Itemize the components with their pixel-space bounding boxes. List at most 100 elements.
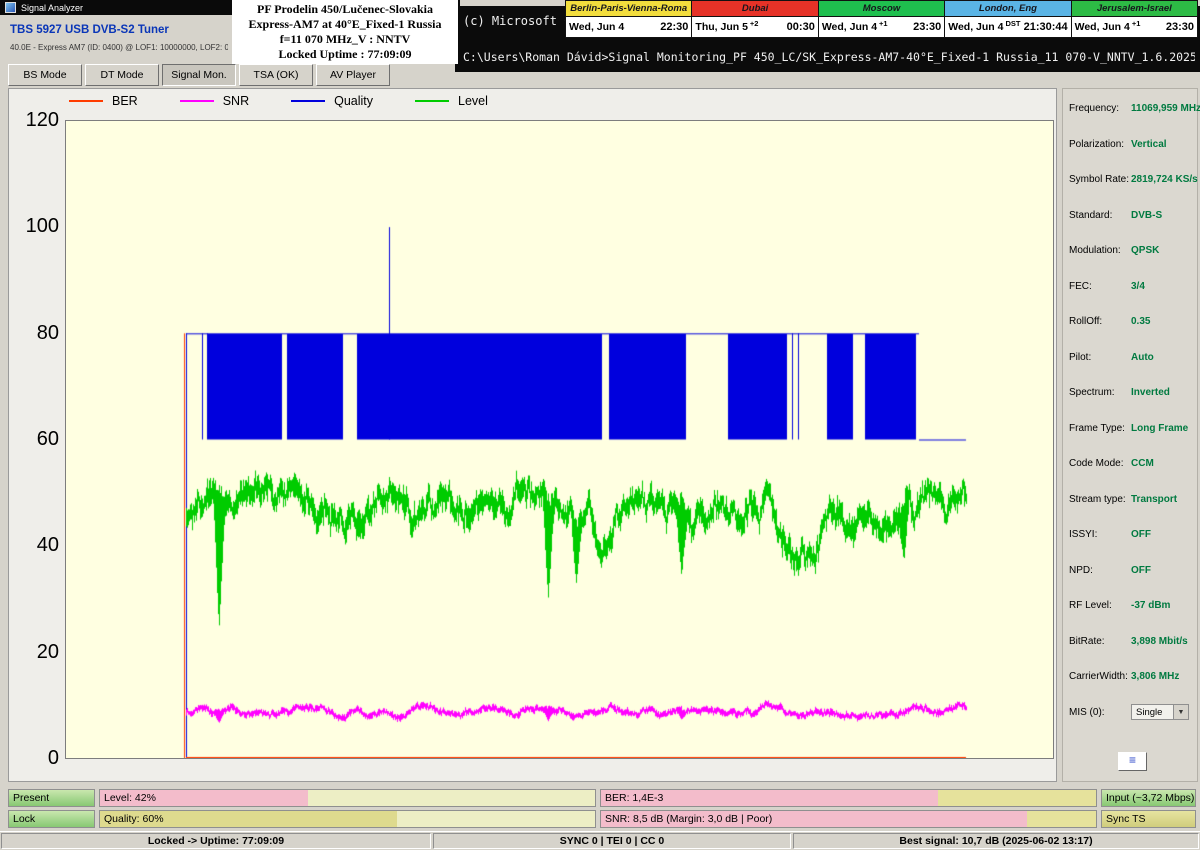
param-symbol-rate: Symbol Rate:2819,724 KS/s — [1069, 162, 1197, 198]
terminal-copyright: (c) Microsoft Co — [463, 14, 579, 28]
chevron-down-icon[interactable]: ▼ — [1173, 705, 1188, 719]
clock-offset: DST — [1005, 19, 1020, 28]
param-label: Pilot: — [1069, 352, 1131, 363]
y-tick-120: 120 — [15, 107, 59, 133]
clock-date: Thu, Jun 5 — [695, 21, 748, 33]
param-value: CCM — [1131, 458, 1154, 469]
parameters-sidebar: Frequency:11069,959 MHz Polarization:Ver… — [1062, 88, 1198, 782]
tab-av-player[interactable]: AV Player — [316, 64, 390, 86]
param-label: BitRate: — [1069, 636, 1131, 647]
quality-line-swatch — [291, 100, 325, 102]
y-tick-80: 80 — [15, 320, 59, 346]
clock-london: London, Eng Wed, Jun 4 DST 21:30:44 — [945, 0, 1071, 38]
statusbar-uptime: Locked -> Uptime: 77:09:09 — [1, 833, 431, 849]
clock-moscow: Moscow Wed, Jun 4 +1 23:30 — [819, 0, 945, 38]
param-value: 2819,724 KS/s — [1131, 174, 1198, 185]
param-value: Inverted — [1131, 387, 1170, 398]
mode-tabs: BS Mode DT Mode Signal Mon. TSA (OK) AV … — [8, 64, 390, 86]
ber-progressbar: BER: 1,4E-3 — [600, 789, 1097, 807]
clock-city: Dubai — [692, 1, 817, 17]
param-npd: NPD:OFF — [1069, 553, 1197, 589]
param-modulation: Modulation:QPSK — [1069, 233, 1197, 269]
clock-date: Wed, Jun 4 — [569, 21, 624, 33]
y-tick-0: 0 — [15, 745, 59, 771]
param-frame-type: Frame Type:Long Frame — [1069, 411, 1197, 447]
clock-body: Wed, Jun 4 22:30 — [566, 17, 691, 37]
level-line-swatch — [415, 100, 449, 102]
param-label: MIS (0): — [1069, 707, 1131, 718]
param-value: QPSK — [1131, 245, 1159, 256]
statusbar-sync-counters: SYNC 0 | TEI 0 | CC 0 — [433, 833, 791, 849]
param-label: Frame Type: — [1069, 423, 1131, 434]
header-line-satellite: Express-AM7 at 40°E_Fixed-1 Russia — [232, 17, 458, 32]
y-tick-40: 40 — [15, 532, 59, 558]
param-carrierwidth: CarrierWidth:3,806 MHz — [1069, 659, 1197, 695]
param-label: Code Mode: — [1069, 458, 1131, 469]
header-line-frequency: f=11 070 MHz_V : NNTV — [232, 32, 458, 47]
param-label: CarrierWidth: — [1069, 671, 1131, 682]
mis-dropdown[interactable]: Single ▼ — [1131, 704, 1189, 720]
legend-label: SNR — [223, 94, 249, 108]
param-bitrate: BitRate:3,898 Mbit/s — [1069, 624, 1197, 660]
param-issyi: ISSYI:OFF — [1069, 517, 1197, 553]
param-label: NPD: — [1069, 565, 1131, 576]
clock-body: Wed, Jun 4 +1 23:30 — [819, 17, 944, 37]
clock-city: Berlin-Paris-Vienna-Roma — [566, 1, 691, 17]
param-label: RollOff: — [1069, 316, 1131, 327]
world-clocks: Berlin-Paris-Vienna-Roma Wed, Jun 4 22:3… — [565, 0, 1198, 38]
param-fec: FEC:3/4 — [1069, 269, 1197, 305]
snr-label: SNR: 8,5 dB (Margin: 3,0 dB | Poor) — [605, 811, 772, 827]
tab-tsa[interactable]: TSA (OK) — [239, 64, 313, 86]
clock-dubai: Dubai Thu, Jun 5 +2 00:30 — [692, 0, 818, 38]
param-value: OFF — [1131, 565, 1151, 576]
statusbar-best-signal: Best signal: 10,7 dB (2025-06-02 13:17) — [793, 833, 1199, 849]
ber-line-swatch — [69, 100, 103, 102]
legend-ber: BER — [69, 94, 138, 108]
signal-chart-panel: BER SNR Quality Level 120 100 80 60 40 2… — [8, 88, 1057, 782]
tab-signal-mon[interactable]: Signal Mon. — [162, 64, 236, 86]
legend-quality: Quality — [291, 94, 373, 108]
y-tick-100: 100 — [15, 213, 59, 239]
clock-city: Moscow — [819, 1, 944, 17]
clock-city: London, Eng — [945, 1, 1070, 17]
present-indicator: Present — [8, 789, 95, 807]
tab-bs-mode[interactable]: BS Mode — [8, 64, 82, 86]
legend-label: Quality — [334, 94, 373, 108]
ber-label: BER: 1,4E-3 — [605, 790, 663, 806]
tab-dt-mode[interactable]: DT Mode — [85, 64, 159, 86]
level-label: Level: 42% — [104, 790, 156, 806]
window-title: Signal Analyzer — [21, 3, 83, 13]
terminal-prompt: C:\Users\Roman Dávid>Signal Monitoring_P… — [463, 50, 1195, 64]
clock-date: Wed, Jun 4 — [1075, 21, 1130, 33]
export-button[interactable]: ≡ — [1118, 752, 1147, 771]
clock-body: Wed, Jun 4 DST 21:30:44 — [945, 17, 1070, 37]
param-pilot: Pilot:Auto — [1069, 340, 1197, 376]
param-label: Polarization: — [1069, 139, 1131, 150]
param-value: 0.35 — [1131, 316, 1150, 327]
sync-ts-indicator: Sync TS — [1101, 810, 1196, 828]
lock-indicator: Lock — [8, 810, 95, 828]
y-tick-60: 60 — [15, 426, 59, 452]
legend-level: Level — [415, 94, 488, 108]
param-label: Stream type: — [1069, 494, 1131, 505]
list-icon: ≡ — [1129, 753, 1136, 767]
statusbar: Locked -> Uptime: 77:09:09 SYNC 0 | TEI … — [0, 831, 1200, 850]
mis-selected-value: Single — [1136, 707, 1162, 718]
app-icon — [5, 2, 16, 13]
tuner-subtitle: 40.0E - Express AM7 (ID: 0400) @ LOF1: 1… — [10, 43, 228, 52]
clock-berlin: Berlin-Paris-Vienna-Roma Wed, Jun 4 22:3… — [565, 0, 692, 38]
header-line-uptime: Locked Uptime : 77:09:09 — [232, 47, 458, 62]
param-polarization: Polarization:Vertical — [1069, 127, 1197, 163]
param-value: Long Frame — [1131, 423, 1188, 434]
param-mis: MIS (0): Single ▼ — [1069, 695, 1197, 731]
legend-label: BER — [112, 94, 138, 108]
param-frequency: Frequency:11069,959 MHz — [1069, 91, 1197, 127]
param-spectrum: Spectrum:Inverted — [1069, 375, 1197, 411]
header-line-antenna: PF Prodelin 450/Lučenec-Slovakia — [232, 2, 458, 17]
level-progressbar: Level: 42% — [99, 789, 596, 807]
param-label: Frequency: — [1069, 103, 1131, 114]
param-value: 3,898 Mbit/s — [1131, 636, 1188, 647]
clock-date: Wed, Jun 4 — [948, 21, 1003, 33]
param-value: Auto — [1131, 352, 1154, 363]
param-value: Vertical — [1131, 139, 1167, 150]
